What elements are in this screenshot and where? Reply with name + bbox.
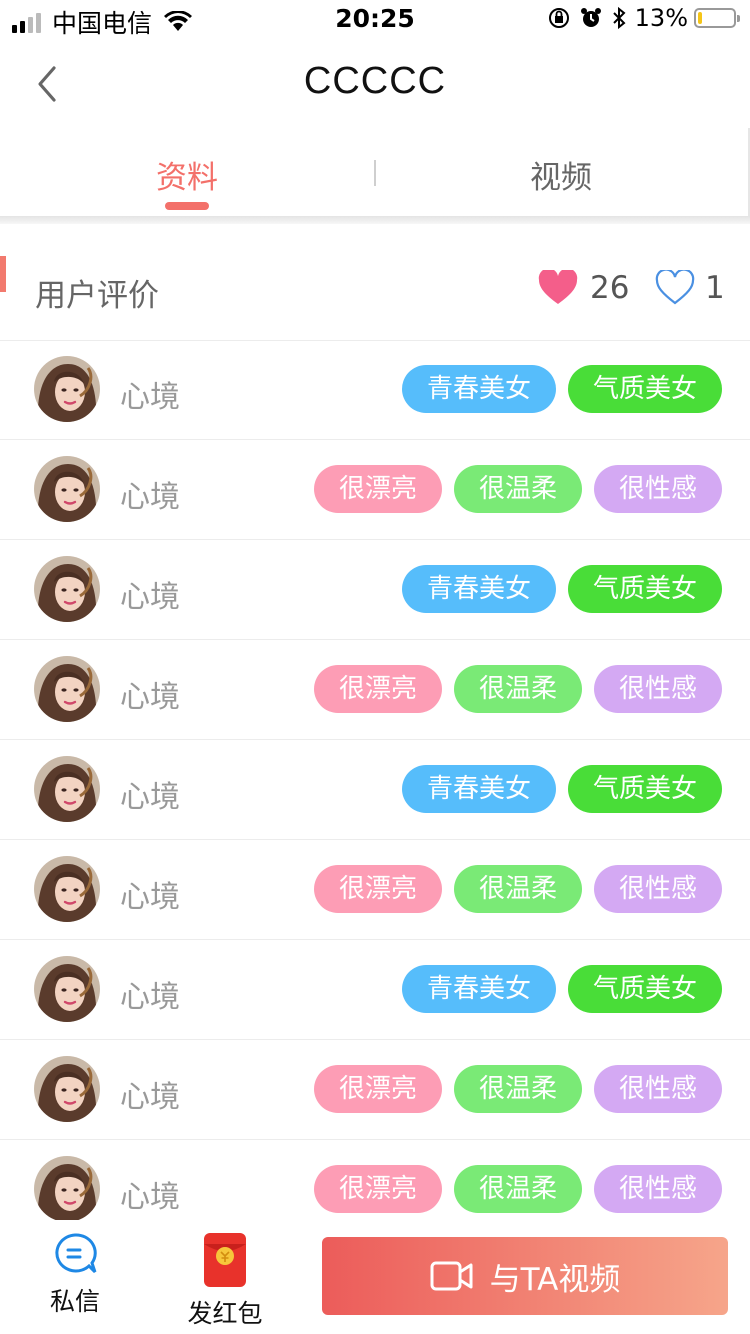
- review-tag[interactable]: 青春美女: [402, 565, 556, 613]
- reviewer-name: 心境: [120, 780, 180, 815]
- alarm-icon: [580, 8, 601, 27]
- review-tag[interactable]: 很漂亮: [314, 1165, 442, 1213]
- avatar[interactable]: [34, 856, 100, 922]
- review-tag[interactable]: 青春美女: [402, 965, 556, 1013]
- review-tags: 很漂亮 很温柔 很性感: [302, 865, 722, 913]
- review-tags: 很漂亮 很温柔 很性感: [302, 665, 722, 713]
- reviewer-name: 心境: [120, 880, 180, 915]
- video-call-button[interactable]: 与TA视频: [322, 1237, 728, 1315]
- nav-bar: CCCCC: [0, 40, 750, 128]
- red-envelope-icon: [204, 1233, 246, 1287]
- bluetooth-icon: [612, 6, 626, 30]
- reviewer-name: 心境: [120, 580, 180, 615]
- review-tag[interactable]: 很性感: [594, 665, 722, 713]
- review-tag[interactable]: 很漂亮: [314, 1065, 442, 1113]
- review-row[interactable]: 心境 很漂亮 很温柔 很性感: [0, 440, 750, 540]
- review-row[interactable]: 心境 很漂亮 很温柔 很性感: [0, 1140, 750, 1220]
- avatar[interactable]: [34, 956, 100, 1022]
- review-tag[interactable]: 很温柔: [454, 665, 582, 713]
- review-row[interactable]: 心境 很漂亮 很温柔 很性感: [0, 840, 750, 940]
- review-tags: 很漂亮 很温柔 很性感: [302, 1065, 722, 1113]
- review-header: 用户评价 26 1: [0, 224, 750, 341]
- review-tag[interactable]: 青春美女: [402, 365, 556, 413]
- orientation-lock-icon: [548, 8, 569, 28]
- reviewer-name: 心境: [120, 480, 180, 515]
- reviewer-name: 心境: [120, 980, 180, 1015]
- review-row[interactable]: 心境 青春美女 气质美女: [0, 940, 750, 1040]
- reviewer-name: 心境: [120, 680, 180, 715]
- review-tag[interactable]: 青春美女: [402, 765, 556, 813]
- review-tag[interactable]: 很温柔: [454, 865, 582, 913]
- review-tags: 很漂亮 很温柔 很性感: [302, 465, 722, 513]
- review-tags: 青春美女 气质美女: [390, 365, 722, 413]
- video-call-label: 与TA视频: [489, 1261, 621, 1298]
- battery-icon: [694, 8, 740, 28]
- avatar[interactable]: [34, 556, 100, 622]
- avatar[interactable]: [34, 1156, 100, 1220]
- review-tag[interactable]: 很温柔: [454, 1065, 582, 1113]
- review-row[interactable]: 心境 很漂亮 很温柔 很性感: [0, 640, 750, 740]
- review-tag[interactable]: 气质美女: [568, 565, 722, 613]
- battery-percent: 13%: [634, 4, 688, 32]
- chat-bubble-icon: [55, 1233, 97, 1274]
- dislike-count: 1: [705, 270, 725, 306]
- review-tag[interactable]: 气质美女: [568, 965, 722, 1013]
- like-count: 26: [590, 270, 630, 306]
- review-tag[interactable]: 气质美女: [568, 765, 722, 813]
- review-tag[interactable]: 很漂亮: [314, 465, 442, 513]
- review-section-title: 用户评价: [35, 278, 159, 314]
- section-accent-bar: [0, 256, 6, 292]
- avatar[interactable]: [34, 756, 100, 822]
- review-row[interactable]: 心境 青春美女 气质美女: [0, 340, 750, 440]
- avatar[interactable]: [34, 1056, 100, 1122]
- review-tag[interactable]: 很漂亮: [314, 665, 442, 713]
- review-tag[interactable]: 很漂亮: [314, 865, 442, 913]
- red-packet-button[interactable]: 发红包: [170, 1232, 280, 1330]
- tabs-divider: [0, 216, 750, 224]
- reviewer-name: 心境: [120, 1080, 180, 1115]
- reviewer-name: 心境: [120, 380, 180, 415]
- avatar[interactable]: [34, 356, 100, 422]
- review-tags: 青春美女 气质美女: [390, 565, 722, 613]
- review-tag[interactable]: 很性感: [594, 865, 722, 913]
- review-row[interactable]: 心境 青春美女 气质美女: [0, 540, 750, 640]
- status-right: 13%: [547, 4, 740, 32]
- review-tag[interactable]: 很温柔: [454, 465, 582, 513]
- review-tag[interactable]: 气质美女: [568, 365, 722, 413]
- review-tag[interactable]: 很性感: [594, 1065, 722, 1113]
- reviewer-name: 心境: [120, 1180, 180, 1215]
- review-list[interactable]: 心境 青春美女 气质美女 心境 很漂亮 很温柔 很性感 心境 青春美女 气质美女 心境 很漂亮 很温柔很…: [0, 340, 750, 1220]
- bottom-action-bar: 私信 发红包 与TA视频: [0, 1222, 750, 1334]
- tab-profile[interactable]: 资料: [0, 152, 374, 197]
- review-tag[interactable]: 很性感: [594, 465, 722, 513]
- avatar[interactable]: [34, 456, 100, 522]
- private-message-label: 私信: [49, 1287, 100, 1316]
- red-packet-label: 发红包: [187, 1299, 263, 1328]
- private-message-button[interactable]: 私信: [20, 1232, 130, 1318]
- heart-filled-icon: [538, 270, 578, 304]
- status-bar: 中国电信 20:25 13%: [0, 0, 750, 40]
- review-tags: 青春美女 气质美女: [390, 765, 722, 813]
- tab-bar: 资料 视频: [0, 128, 750, 216]
- heart-outline-icon: [655, 270, 695, 305]
- tab-active-indicator: [165, 202, 209, 210]
- tab-videos[interactable]: 视频: [374, 152, 748, 197]
- video-camera-icon: [430, 1261, 473, 1291]
- review-row[interactable]: 心境 很漂亮 很温柔 很性感: [0, 1040, 750, 1140]
- review-tags: 很漂亮 很温柔 很性感: [302, 1165, 722, 1213]
- review-tags: 青春美女 气质美女: [390, 965, 722, 1013]
- like-count-group[interactable]: 26: [538, 270, 629, 306]
- dislike-count-group[interactable]: 1: [655, 270, 725, 306]
- avatar[interactable]: [34, 656, 100, 722]
- page-title: CCCCC: [303, 60, 447, 102]
- review-tag[interactable]: 很温柔: [454, 1165, 582, 1213]
- review-tag[interactable]: 很性感: [594, 1165, 722, 1213]
- battery-level: [698, 12, 702, 24]
- review-row[interactable]: 心境 青春美女 气质美女: [0, 740, 750, 840]
